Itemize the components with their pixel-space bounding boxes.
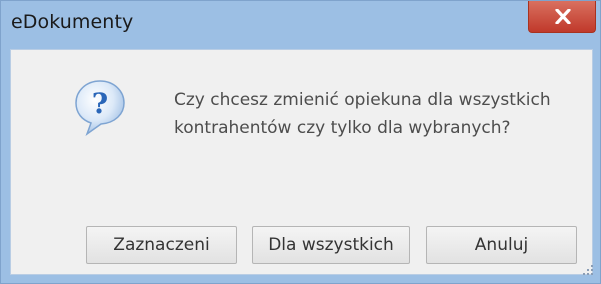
dialog-window: eDokumenty ? Czy chcesz zmienić opiekuna…	[0, 0, 601, 284]
all-button[interactable]: Dla wszystkich	[252, 226, 410, 264]
cancel-button[interactable]: Anuluj	[426, 226, 577, 264]
close-button[interactable]	[528, 1, 596, 33]
title-bar[interactable]: eDokumenty	[1, 1, 600, 49]
resize-grip-icon[interactable]	[581, 263, 595, 277]
dialog-body: ? Czy chcesz zmienić opiekuna dla wszyst…	[10, 49, 593, 275]
window-title: eDokumenty	[11, 11, 134, 33]
svg-text:?: ?	[92, 87, 108, 120]
selected-button[interactable]: Zaznaczeni	[86, 226, 237, 264]
dialog-message: Czy chcesz zmienić opiekuna dla wszystki…	[174, 90, 551, 138]
close-x-icon	[555, 9, 571, 24]
question-icon: ?	[75, 80, 125, 136]
